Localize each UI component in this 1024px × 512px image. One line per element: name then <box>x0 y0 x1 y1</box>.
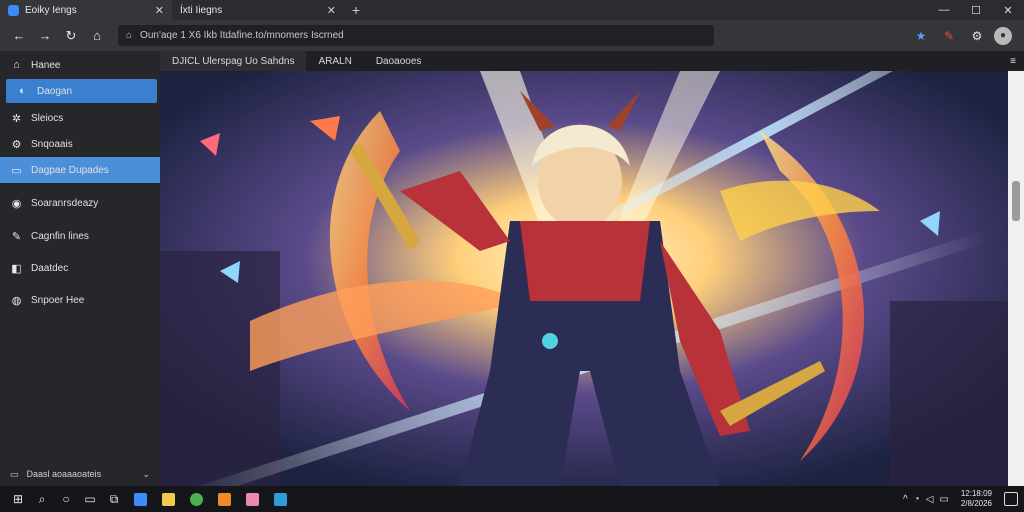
avatar[interactable]: ● <box>994 26 1012 45</box>
home-icon: ⌂ <box>126 30 133 41</box>
content-tab-active[interactable]: DJICL Ulerspag Uo Sahdns <box>160 51 307 71</box>
clock-date: 2/8/2026 <box>960 499 992 508</box>
system-tray: ^ ◔ ◁ ▭ 12:18:09 2/8/2026 <box>903 489 1018 509</box>
chevron-down-icon[interactable]: ⌄ <box>142 469 150 480</box>
app-blue-icon[interactable] <box>266 487 294 511</box>
address-bar[interactable]: ⌂ Oun'aqe 1 X6 Ikb Itdafine.to/mnomers I… <box>118 25 714 46</box>
extension-icon[interactable]: ✎ <box>938 25 960 47</box>
sidebar-footer-label: Daasl aoaaaoateis <box>26 469 102 479</box>
scrollbar-thumb[interactable] <box>1012 181 1020 221</box>
tab-title: Eoiky Iengs <box>25 4 77 16</box>
sidebar-item-label: Dagpae Dupades <box>31 164 109 176</box>
browser-tab[interactable]: Íxti Iiegns ✕ <box>172 0 344 20</box>
cortana-icon[interactable]: ○ <box>54 487 78 511</box>
star-icon[interactable]: ★ <box>910 25 932 47</box>
app-pink-icon[interactable] <box>238 487 266 511</box>
chrome-icon[interactable] <box>182 487 210 511</box>
sidebar-item-label: Snpoer Hee <box>31 294 85 306</box>
start-icon[interactable]: ⊞ <box>6 487 30 511</box>
content-tab-label: DJICL Ulerspag Uo Sahdns <box>172 55 295 67</box>
sidebar-item-settings[interactable]: ✲ Sleiocs <box>0 106 160 130</box>
window-icon: ◧ <box>11 262 22 275</box>
content-tabs: DJICL Ulerspag Uo Sahdns ARALN Daoaooes … <box>160 51 1024 71</box>
sidebar-item-snpoer[interactable]: ◍ Snpoer Hee <box>0 288 160 312</box>
clock-time: 12:18:09 <box>960 489 992 498</box>
sidebar-item-label: Snqoaais <box>31 138 73 150</box>
sidebar-item-label: Cagnfin lines <box>31 230 89 242</box>
sidebar-item-snqoaais[interactable]: ⚙ Snqoaais <box>0 132 160 156</box>
folder-icon: ▭ <box>10 468 19 479</box>
forward-icon[interactable]: → <box>32 24 58 48</box>
sidebar-item-discover[interactable]: ◐ Daogan <box>6 79 157 103</box>
app-swatch <box>161 492 175 506</box>
gear-icon: ✲ <box>11 112 22 125</box>
window-controls: — ☐ ✕ <box>928 0 1024 20</box>
app-swatch <box>273 492 287 506</box>
task-view-icon[interactable]: ▭ <box>78 487 102 511</box>
vertical-scrollbar[interactable] <box>1008 71 1024 486</box>
app-orange-icon[interactable] <box>210 487 238 511</box>
sidebar-item-daatdec[interactable]: ◧ Daatdec <box>0 256 160 280</box>
image-viewer <box>160 71 1008 486</box>
home-icon: ⌂ <box>13 59 20 71</box>
network-icon[interactable]: ◔ <box>914 494 920 505</box>
folder-icon: ▭ <box>11 164 22 177</box>
sidebar-item-label: Daogan <box>37 85 73 97</box>
sidebar-item-home[interactable]: ⌂ Hanee <box>0 53 160 77</box>
volume-icon[interactable]: ◁ <box>926 494 934 505</box>
tab-close-icon[interactable]: ✕ <box>155 4 164 17</box>
tab-favicon-icon <box>8 4 19 16</box>
tab-close-icon[interactable]: ✕ <box>327 4 336 17</box>
browser-titlebar: Eoiky Iengs ✕ Íxti Iiegns ✕ + — ☐ ✕ <box>0 0 1024 20</box>
sidebar-item-soaranr[interactable]: ◉ Soaranrsdeazy <box>0 191 160 215</box>
minimize-icon[interactable]: — <box>928 0 960 20</box>
sidebar: ⌂ Hanee ◐ Daogan ✲ Sleiocs ⚙ Snqoaais ▭ … <box>0 51 160 486</box>
taskbar: ⊞ ⌕ ○ ▭ ⧉ ^ ◔ ◁ ▭ 12:18:09 2/8/2026 <box>0 486 1024 512</box>
browser-tab-active[interactable]: Eoiky Iengs ✕ <box>0 0 172 20</box>
address-text: Oun'aqe 1 X6 Ikb Itdafine.to/mnomers Isc… <box>140 30 344 41</box>
sidebar-item-dagpae[interactable]: ▭ Dagpae Dupades <box>0 157 160 183</box>
app-swatch <box>133 492 147 506</box>
clock[interactable]: 12:18:09 2/8/2026 <box>961 489 992 509</box>
globe-icon: ◍ <box>11 294 22 307</box>
toolbar-actions: ★ ✎ ⚙ ● <box>910 25 1018 47</box>
sidebar-item-cagnfin[interactable]: ✎ Cagnfin lines <box>0 224 160 248</box>
fantasy-warrior-artwork <box>160 71 1008 486</box>
sidebar-item-label: Hanee <box>31 59 61 71</box>
files-icon[interactable] <box>154 487 182 511</box>
sidebar-item-label: Soaranrsdeazy <box>31 197 99 209</box>
close-icon[interactable]: ✕ <box>992 0 1024 20</box>
content-tab[interactable]: Daoaooes <box>364 51 434 71</box>
app-swatch <box>245 492 259 506</box>
browser-toolbar: ← → ↻ ⌂ ⌂ Oun'aqe 1 X6 Ikb Itdafine.to/m… <box>0 20 1024 51</box>
pin-icon: ◉ <box>11 197 22 210</box>
sidebar-item-label: Sleiocs <box>31 112 64 124</box>
settings-icon: ⚙ <box>11 138 22 151</box>
home-icon[interactable]: ⌂ <box>84 24 110 48</box>
content-tab-label: ARALN <box>318 55 352 67</box>
menu-icon[interactable]: ≡ <box>1010 56 1024 67</box>
widgets-icon[interactable]: ⧉ <box>102 487 126 511</box>
back-icon[interactable]: ← <box>6 24 32 48</box>
reload-icon[interactable]: ↻ <box>58 24 84 48</box>
plus-icon[interactable]: + <box>344 0 368 20</box>
discover-icon: ◐ <box>19 85 26 97</box>
search-icon[interactable]: ⌕ <box>30 487 54 511</box>
sidebar-footer[interactable]: ▭ Daasl aoaaaoateis ⌄ <box>0 462 160 486</box>
edit-icon: ✎ <box>11 230 22 243</box>
content-tab-label: Daoaooes <box>375 55 422 67</box>
app-swatch <box>189 492 203 506</box>
maximize-icon[interactable]: ☐ <box>960 0 992 20</box>
sidebar-item-label: Daatdec <box>31 262 69 274</box>
notification-icon[interactable] <box>1004 492 1018 506</box>
content-tab[interactable]: ARALN <box>306 51 363 71</box>
settings-icon[interactable]: ⚙ <box>966 25 988 47</box>
tab-title: Íxti Iiegns <box>180 4 223 16</box>
explorer-icon[interactable] <box>126 487 154 511</box>
battery-icon[interactable]: ▭ <box>939 494 948 505</box>
chevron-up-icon[interactable]: ^ <box>903 494 908 505</box>
app-swatch <box>217 492 231 506</box>
